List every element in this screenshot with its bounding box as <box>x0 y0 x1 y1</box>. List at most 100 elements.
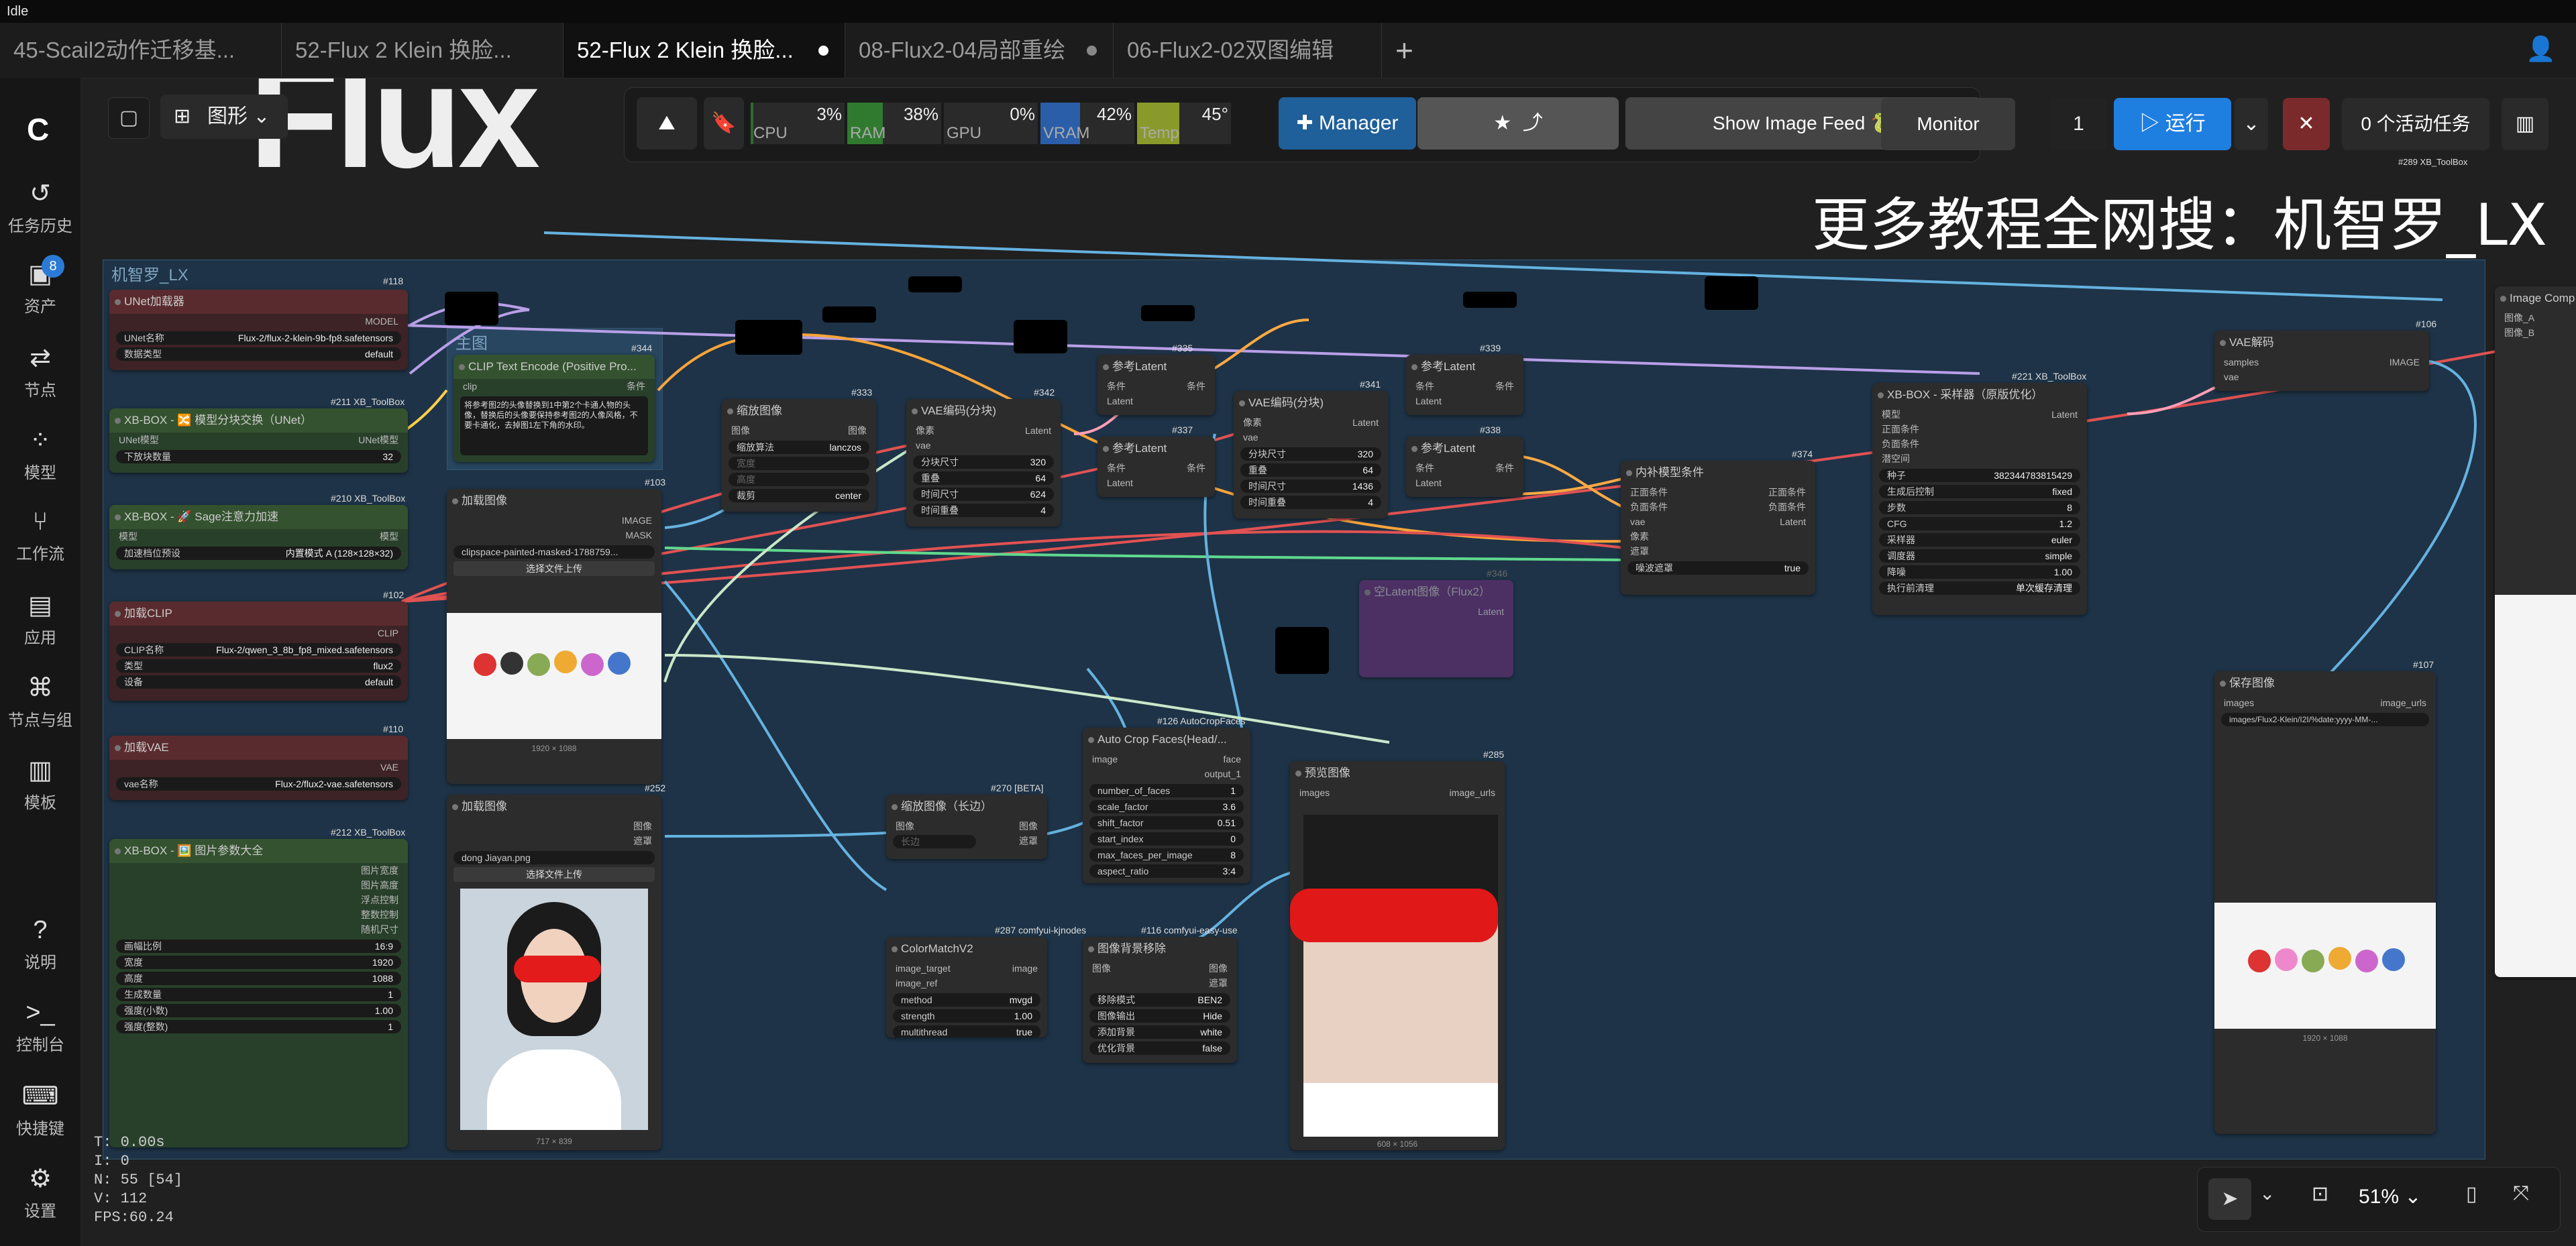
removal-mode-field[interactable]: 移除模式 BEN2 <box>1089 993 1230 1007</box>
number-of-faces-field[interactable]: number_of_faces 1 <box>1089 784 1244 797</box>
new-tab-plus-icon[interactable]: + <box>1395 32 1413 68</box>
strength-float-field[interactable]: 强度(小数) 1.00 <box>116 1004 401 1017</box>
tab-workflow-06[interactable]: 06-Flux2-02双图编辑 <box>1114 23 1382 78</box>
model-block-swap-node[interactable]: XB-BOX - 🔀 模型分块交换（UNet） UNet模型 UNet模型 下放块… <box>109 408 408 473</box>
reference-latent-node[interactable]: 参考Latent 条件 条件 Latent <box>1097 437 1215 497</box>
width-field[interactable]: 宽度 <box>729 457 869 470</box>
color-match-node[interactable]: ColorMatchV2 image_target image image_ref… <box>886 937 1047 1037</box>
sidebar-item-models[interactable]: ⁘ 模型 <box>0 425 80 483</box>
tile-size-field[interactable]: 分块尺寸 320 <box>1240 447 1381 461</box>
unet-name-field[interactable]: UNet名称 Flux-2/flux-2-klein-9b-fp8.safeten… <box>116 331 401 345</box>
reroute-hub[interactable] <box>1463 292 1517 308</box>
temporal-overlap-field[interactable]: 时间重叠 4 <box>913 504 1054 517</box>
sidebar-item-help[interactable]: ? 说明 <box>0 916 80 972</box>
scale-longest-side-node[interactable]: 缩放图像（长边） 图像 图像 遮罩 长边 <box>886 795 1047 859</box>
add-background-field[interactable]: 添加背景 white <box>1089 1025 1230 1039</box>
start-index-field[interactable]: start_index 0 <box>1089 832 1244 846</box>
zoom-level[interactable]: 51% ⌄ <box>2359 1185 2422 1208</box>
aspect-ratio-field[interactable]: aspect_ratio 3:4 <box>1089 864 1244 878</box>
temporal-size-field[interactable]: 时间尺寸 1436 <box>1240 479 1381 493</box>
sage-attention-node[interactable]: XB-BOX - 🚀 Sage注意力加速 模型 模型 加速档位预设 内置模式 A (… <box>109 505 408 569</box>
tab-workflow-52a[interactable]: 52-Flux 2 Klein 换脸... <box>282 23 564 78</box>
load-image-node[interactable]: 加载图像 IMAGE MASK clipspace-painted-masked… <box>447 489 661 784</box>
reference-latent-node[interactable]: 参考Latent 条件 条件 Latent <box>1406 355 1523 415</box>
upload-button[interactable]: 选择文件上传 <box>453 561 655 576</box>
reference-latent-node[interactable]: 参考Latent 条件 条件 Latent <box>1406 437 1523 497</box>
reroute-hub[interactable] <box>1275 627 1329 674</box>
scale-image-node[interactable]: 缩放图像 图像 图像 缩放算法 lanczos 宽度 高度 裁剪 center <box>722 399 876 512</box>
crop-field[interactable]: 裁剪 center <box>729 489 869 502</box>
reference-latent-node[interactable]: 参考Latent 条件 条件 Latent <box>1097 355 1215 415</box>
vae-encode-tiled-node[interactable]: VAE编码(分块) 像素 Latent vae 分块尺寸 320 重叠 64 时间尺寸… <box>906 399 1061 526</box>
multithread-toggle[interactable]: multithread true <box>893 1025 1040 1037</box>
sidebar-item-assets[interactable]: ▣ 资产 8 <box>0 255 80 317</box>
upload-button[interactable]: 选择文件上传 <box>453 867 655 882</box>
load-portrait-node[interactable]: 加载图像 图像 遮罩 dong Jiayan.png 选择文件上传 717 × … <box>447 795 661 1150</box>
tab-workflow-08[interactable]: 08-Flux2-04局部重绘 <box>845 23 1114 78</box>
reroute-hub[interactable] <box>735 320 802 355</box>
auto-crop-faces-node[interactable]: Auto Crop Faces(Head/... image face outpu… <box>1083 728 1250 883</box>
seed-field[interactable]: 种子 382344783815429 <box>1879 469 2080 482</box>
sidebar-item-nodes[interactable]: ⇄ 节点 <box>0 343 80 400</box>
count-field[interactable]: 生成数量 1 <box>116 988 401 1001</box>
ksampler-node[interactable]: XB-BOX - 采样器（原版优化） 模型 Latent 正面条件 负面条件 潜空… <box>1872 383 2087 615</box>
aspect-ratio-field[interactable]: 画幅比例 16:9 <box>116 940 401 953</box>
reroute-hub[interactable] <box>1141 305 1195 321</box>
scale-factor-slider[interactable]: scale_factor 3.6 <box>1089 800 1244 813</box>
sampler-name-field[interactable]: 采样器 euler <box>1879 533 2080 547</box>
save-image-node[interactable]: 保存图像 images image_urls images/Flux2-Klein… <box>2214 671 2436 1134</box>
steps-field[interactable]: 步数 8 <box>1879 501 2080 514</box>
max-faces-field[interactable]: max_faces_per_image 8 <box>1089 848 1244 862</box>
sidebar-item-templates[interactable]: ▥ 模板 <box>0 755 80 813</box>
sidebar-item-console[interactable]: >_ 控制台 <box>0 999 80 1055</box>
width-field[interactable]: 宽度 1920 <box>116 956 401 969</box>
image-compare-node[interactable]: Image Comp 图像_A 图像_B <box>2495 286 2576 977</box>
link-visibility-icon[interactable]: ⤧ <box>2513 1182 2529 1205</box>
overlap-field[interactable]: 重叠 64 <box>1240 463 1381 477</box>
reroute-hub[interactable] <box>1014 320 1067 353</box>
minimap-icon[interactable]: ▯ <box>2466 1182 2477 1206</box>
height-field[interactable]: 高度 1088 <box>116 972 401 985</box>
sidebar-item-settings[interactable]: ⚙ 设置 <box>0 1164 80 1221</box>
sidebar-item-history[interactable]: ↺ 任务历史 <box>0 178 80 236</box>
overlap-field[interactable]: 重叠 64 <box>913 471 1054 485</box>
upscale-method-field[interactable]: 缩放算法 lanczos <box>729 441 869 454</box>
accel-preset-field[interactable]: 加速档位预设 内置模式 A (128×128×32) <box>116 547 401 560</box>
tab-workflow-52b[interactable]: 52-Flux 2 Klein 换脸... <box>564 23 845 78</box>
height-field[interactable]: 高度 <box>729 473 869 486</box>
temporal-overlap-field[interactable]: 时间重叠 4 <box>1240 496 1381 509</box>
pre-clean-field[interactable]: 执行前清理 单次缓存清理 <box>1879 581 2080 595</box>
sidebar-item-node-groups[interactable]: ⌘ 节点与组 <box>0 673 80 730</box>
scheduler-field[interactable]: 调度器 simple <box>1879 549 2080 563</box>
reroute-hub[interactable] <box>822 306 876 323</box>
blocks-to-swap-field[interactable]: 下放块数量 32 <box>116 450 401 463</box>
shift-factor-slider[interactable]: shift_factor 0.51 <box>1089 816 1244 830</box>
remove-background-node[interactable]: 图像背景移除 图像 图像 遮罩 移除模式 BEN2 图像输出 Hide 添加背景 whi… <box>1083 937 1237 1063</box>
vae-decode-node[interactable]: VAE解码 samples IMAGE vae <box>2214 331 2429 391</box>
prompt-textarea[interactable]: 将参考图2的头像替换到1中第2个卡通人物的头像，替换后的头像要保持参考图2的人像… <box>460 396 648 455</box>
image-params-node[interactable]: XB-BOX - 🖼️ 图片参数大全 图片宽度 图片高度 浮点控制 整数控制 随… <box>109 839 408 1147</box>
strength-int-field[interactable]: 强度(整数) 1 <box>116 1020 401 1033</box>
fit-view-icon[interactable]: ⊡ <box>2312 1182 2328 1206</box>
inpaint-conditioning-node[interactable]: 内补模型条件 正面条件 正面条件 负面条件 负面条件 vae Latent 像素 遮罩… <box>1621 461 1815 595</box>
clip-device-field[interactable]: 设备 default <box>116 675 401 689</box>
clip-name-field[interactable]: CLIP名称 Flux-2/qwen_3_8b_fp8_mixed.safeten… <box>116 643 401 657</box>
noise-mask-toggle[interactable]: 噪波遮罩 true <box>1627 561 1809 575</box>
reroute-hub[interactable] <box>445 292 498 325</box>
filename-prefix-field[interactable]: images/Flux2-Klein/I2I/%date:yyyy-MM-... <box>2221 713 2429 726</box>
select-tool-icon[interactable]: ➤ <box>2208 1178 2251 1220</box>
vae-loader-node[interactable]: 加载VAE VAE vae名称 Flux-2/flux2-vae.safetens… <box>109 736 408 800</box>
refine-background-toggle[interactable]: 优化背景 false <box>1089 1041 1230 1055</box>
clip-loader-node[interactable]: 加载CLIP CLIP CLIP名称 Flux-2/qwen_3_8b_fp8_m… <box>109 602 408 701</box>
method-field[interactable]: method mvgd <box>893 993 1040 1007</box>
longest-side-field[interactable]: 长边 <box>893 835 976 848</box>
image-file-field[interactable]: dong Jiayan.png <box>453 851 655 864</box>
cfg-field[interactable]: CFG 1.2 <box>1879 517 2080 530</box>
dtype-field[interactable]: 数据类型 default <box>116 347 401 361</box>
vae-name-field[interactable]: vae名称 Flux-2/flux2-vae.safetensors <box>116 777 401 791</box>
image-file-field[interactable]: clipspace-painted-masked-1788759... <box>453 545 655 559</box>
vae-encode-tiled-node[interactable]: VAE编码(分块) 像素 Latent vae 分块尺寸 320 重叠 64 时间尺寸… <box>1234 391 1388 518</box>
clip-text-encode-node[interactable]: CLIP Text Encode (Positive Pro... clip 条件… <box>453 355 655 462</box>
image-output-field[interactable]: 图像输出 Hide <box>1089 1009 1230 1023</box>
denoise-field[interactable]: 降噪 1.00 <box>1879 565 2080 579</box>
